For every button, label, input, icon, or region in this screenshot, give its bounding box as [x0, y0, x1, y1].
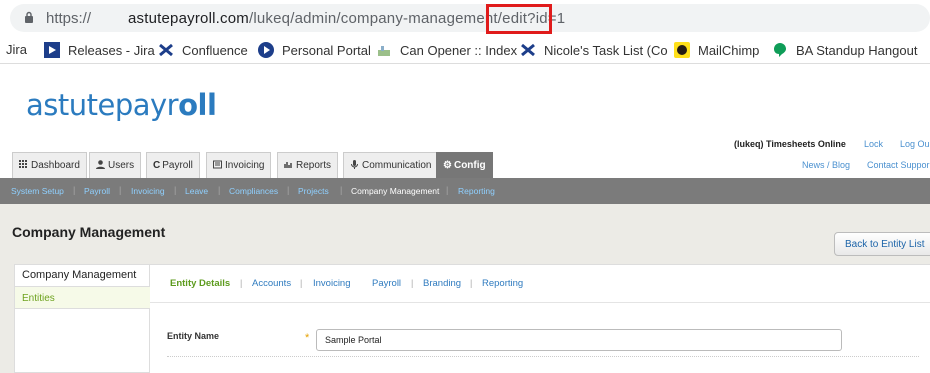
tab-invoicing[interactable]: Invoicing [206, 152, 272, 178]
mailchimp-icon [674, 42, 690, 58]
subnav-separator: | [340, 185, 343, 195]
back-to-entity-list-button[interactable]: Back to Entity List [834, 232, 930, 256]
tab-payroll[interactable]: C Payroll [146, 152, 200, 178]
subnav-separator: | [174, 185, 177, 195]
lock-icon [25, 11, 33, 23]
logo-text-part2: oll [178, 88, 217, 122]
subnav-separator: | [218, 185, 221, 195]
tab-branding[interactable]: Branding [423, 278, 461, 289]
bookmark-jira[interactable]: Jira [6, 42, 27, 57]
entity-name-label: Entity Name [167, 331, 220, 341]
user-name: (lukeq) Timesheets Online [734, 139, 846, 149]
bookmark-label: Personal Portal [282, 43, 371, 58]
sidebar-heading: Company Management [15, 265, 151, 287]
bookmark-releases[interactable]: Releases - Jira [44, 42, 155, 58]
bookmark-personal-portal[interactable]: Personal Portal [258, 42, 371, 58]
tab-separator: | [300, 278, 303, 288]
tab-label: Invoicing [225, 160, 265, 171]
sidebar: Company Management Entities [14, 264, 151, 373]
logo-text-part1: astutepayr [26, 88, 179, 122]
subnav-company-management[interactable]: Company Management [351, 186, 439, 196]
divider [150, 302, 930, 303]
bookmark-label: MailChimp [698, 43, 760, 58]
entity-name-input[interactable]: Sample Portal [316, 329, 842, 351]
bookmark-label: Can Opener :: Index [400, 43, 518, 58]
contact-support-link[interactable]: Contact Suppor [867, 160, 930, 170]
can-opener-icon [378, 46, 390, 56]
subnav-invoicing[interactable]: Invoicing [131, 186, 165, 196]
page-title: Company Management [12, 224, 166, 240]
news-blog-link[interactable]: News / Blog [802, 160, 850, 170]
subnav-system-setup[interactable]: System Setup [11, 186, 64, 196]
sidebar-item-entities[interactable]: Entities [15, 287, 151, 309]
subnav-separator: | [446, 185, 449, 195]
gear-icon: ⚙ [443, 160, 452, 171]
bookmark-label: BA Standup Hangout [796, 43, 918, 58]
confluence-icon [159, 43, 173, 57]
tab-label: Users [108, 160, 135, 171]
address-bar: https:// astutepayroll.com/lukeq/admin/c… [0, 0, 930, 36]
bookmarks-bar: Jira Releases - Jira Confluence Personal… [0, 36, 930, 64]
lock-link[interactable]: Lock [864, 139, 883, 149]
tab-dashboard[interactable]: Dashboard [12, 152, 87, 178]
tab-reports[interactable]: Reports [277, 152, 339, 178]
grid-icon [19, 160, 27, 168]
tab-separator: | [240, 278, 243, 288]
url-host: astutepayroll.com [128, 10, 249, 27]
url-highlight-box [486, 4, 552, 34]
tab-users[interactable]: Users [89, 152, 142, 178]
subnav-separator: | [287, 185, 290, 195]
subnav-projects[interactable]: Projects [298, 186, 329, 196]
hangout-icon [774, 43, 786, 57]
url-protocol: https:// [46, 10, 92, 27]
tab-label: Payroll [162, 160, 193, 171]
tab-communication[interactable]: Communication [343, 152, 439, 178]
user-icon [96, 160, 105, 169]
portal-icon [258, 42, 274, 58]
divider [167, 356, 919, 357]
invoice-icon [213, 160, 222, 169]
subnav-separator: | [119, 185, 122, 195]
bookmark-label: Jira [6, 42, 27, 57]
tab-entity-details[interactable]: Entity Details [170, 278, 230, 289]
tab-separator: | [411, 278, 414, 288]
tab-label: Config [453, 160, 486, 171]
subnav-compliances[interactable]: Compliances [229, 186, 278, 196]
bookmark-label: Confluence [182, 43, 248, 58]
logout-link[interactable]: Log Ou [900, 139, 930, 149]
subnav-payroll[interactable]: Payroll [84, 186, 110, 196]
subnav-reporting[interactable]: Reporting [458, 186, 495, 196]
bookmark-hangout[interactable]: BA Standup Hangout [772, 42, 917, 58]
tab-label: Reports [296, 160, 332, 171]
required-indicator: * [305, 332, 310, 344]
subnav-separator: | [73, 185, 76, 195]
bookmark-label: Releases - Jira [68, 43, 155, 58]
tab-label: Dashboard [31, 160, 80, 171]
tab-config[interactable]: ⚙ Config [436, 152, 493, 178]
entity-panel: Entity Details | Accounts | Invoicing Pa… [150, 264, 930, 373]
bookmark-confluence[interactable]: Confluence [158, 42, 248, 58]
tab-invoicing[interactable]: Invoicing [313, 278, 351, 289]
bookmark-task-list[interactable]: Nicole's Task List (Co [520, 42, 668, 58]
astute-logo[interactable]: astutepayroll [26, 88, 217, 122]
refresh-icon: C [153, 160, 161, 171]
releases-icon [44, 42, 60, 58]
tab-reporting[interactable]: Reporting [482, 278, 523, 289]
tab-separator: | [470, 278, 473, 288]
tasklist-icon [521, 43, 535, 57]
subnav-leave[interactable]: Leave [185, 186, 208, 196]
mic-icon [351, 160, 358, 169]
bookmark-can-opener[interactable]: Can Opener :: Index [376, 42, 517, 58]
bookmark-mailchimp[interactable]: MailChimp [674, 42, 759, 58]
tab-accounts[interactable]: Accounts [252, 278, 291, 289]
config-subnav: System Setup | Payroll | Invoicing | Lea… [0, 178, 930, 204]
tab-label: Communication [362, 160, 432, 171]
tab-payroll[interactable]: Payroll [372, 278, 401, 289]
chart-icon [284, 162, 292, 168]
bookmark-label: Nicole's Task List (Co [544, 43, 668, 58]
